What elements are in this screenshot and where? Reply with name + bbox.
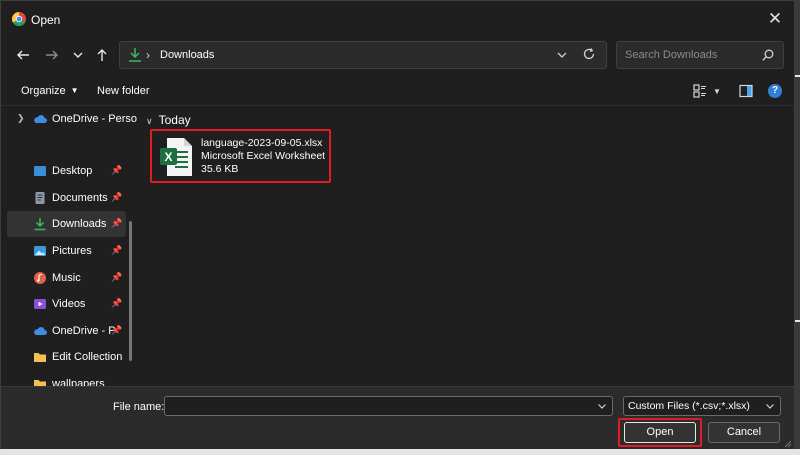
sidebar-item-onedrive-p[interactable]: OneDrive - P 📌: [7, 318, 126, 344]
dialog-title: Open: [31, 13, 61, 27]
organize-menu-button[interactable]: Organize ▼: [21, 85, 79, 97]
background-strip: [795, 75, 800, 77]
pin-icon: 📌: [111, 165, 123, 175]
title-bar: Open ✕: [1, 1, 794, 37]
sidebar-item-wallpapers[interactable]: wallpapers: [7, 371, 126, 386]
sidebar-item-onedrive-personal[interactable]: ❯ OneDrive - Perso: [7, 106, 137, 132]
sidebar-item-label: Music: [52, 272, 81, 284]
organize-label: Organize: [21, 85, 66, 97]
pin-icon: 📌: [111, 192, 123, 202]
file-type-filter-value: Custom Files (*.csv;*.xlsx): [628, 400, 750, 412]
sidebar-item-label: Desktop: [52, 165, 93, 177]
new-folder-button[interactable]: New folder: [97, 85, 150, 97]
search-placeholder: Search Downloads: [625, 49, 718, 61]
pin-icon: 📌: [111, 218, 123, 228]
background-strip: [795, 320, 800, 322]
videos-icon: [34, 299, 46, 309]
close-icon: ✕: [767, 9, 783, 28]
open-button[interactable]: Open: [624, 422, 696, 443]
background-window-bottom: [0, 449, 800, 455]
sidebar-item-edit-collection[interactable]: Edit Collection: [7, 344, 126, 370]
sidebar-item-label: Documents: [52, 192, 108, 204]
address-bar[interactable]: › Downloads: [119, 41, 607, 69]
organize-caret-icon: ▼: [70, 86, 79, 95]
up-button[interactable]: [91, 44, 113, 66]
resize-grip-icon[interactable]: [784, 440, 792, 448]
change-view-icon[interactable]: [693, 84, 707, 98]
help-icon[interactable]: ?: [768, 84, 782, 98]
file-type: Microsoft Excel Worksheet: [201, 150, 326, 162]
folder-icon: [34, 380, 46, 386]
back-arrow-icon: [17, 50, 29, 60]
svg-text:X: X: [164, 150, 172, 164]
view-options-caret-icon[interactable]: ▼: [713, 87, 721, 96]
sidebar-item-label: wallpapers: [52, 378, 105, 386]
collapse-chevron-icon: ∨: [146, 116, 153, 126]
folder-icon: [34, 353, 46, 362]
search-icon: [762, 49, 774, 61]
close-button[interactable]: ✕: [760, 6, 790, 32]
onedrive-icon: [34, 327, 47, 335]
file-list[interactable]: ∨ Today X language-2023-09-05.xlsx Micros…: [138, 106, 794, 386]
recent-locations-button[interactable]: [67, 44, 89, 66]
back-button[interactable]: [12, 44, 34, 66]
downloads-icon: [129, 48, 141, 62]
new-folder-label: New folder: [97, 85, 150, 97]
address-history-chevron-icon[interactable]: [556, 48, 568, 62]
up-arrow-icon: [97, 49, 107, 61]
file-name-dropdown-chevron-icon[interactable]: [597, 401, 607, 411]
documents-icon: [35, 192, 45, 204]
sidebar-item-pictures[interactable]: Pictures 📌: [7, 238, 126, 264]
file-name: language-2023-09-05.xlsx: [201, 137, 323, 149]
sidebar-item-label: OneDrive - P: [52, 325, 116, 337]
sidebar-item-label: Pictures: [52, 245, 92, 257]
background-window-edge: [795, 0, 800, 455]
sidebar-item-music[interactable]: Music 📌: [7, 265, 126, 291]
breadcrumb-downloads[interactable]: Downloads: [160, 49, 214, 61]
forward-arrow-icon: [46, 50, 58, 60]
filter-dropdown-chevron-icon: [766, 404, 774, 409]
sidebar-item-label: Downloads: [52, 218, 107, 230]
downloads-icon: [34, 218, 46, 231]
file-name-label: File name:: [113, 401, 165, 413]
sidebar-item-downloads[interactable]: Downloads 📌: [7, 211, 126, 237]
sidebar-item-documents[interactable]: Documents 📌: [7, 185, 126, 211]
dialog-footer: File name: Custom Files (*.csv;*.xlsx) O…: [1, 386, 794, 449]
file-item[interactable]: X language-2023-09-05.xlsx Microsoft Exc…: [150, 129, 331, 183]
preview-pane-icon[interactable]: [739, 84, 753, 98]
desktop-icon: [34, 166, 46, 176]
search-box[interactable]: Search Downloads: [616, 41, 784, 69]
pin-icon: 📌: [111, 325, 123, 335]
navigation-pane[interactable]: ❯ OneDrive - Perso Desktop 📌 Documents 📌…: [1, 106, 138, 386]
refresh-icon[interactable]: [582, 47, 596, 61]
pin-icon: 📌: [111, 298, 123, 308]
onedrive-icon: [34, 115, 47, 123]
pin-icon: 📌: [111, 272, 123, 282]
sidebar-item-label: Videos: [52, 298, 86, 310]
music-icon: [34, 272, 46, 284]
group-label: Today: [158, 113, 191, 127]
file-type-filter-select[interactable]: Custom Files (*.csv;*.xlsx): [623, 396, 781, 416]
pin-icon: 📌: [111, 245, 123, 255]
chrome-icon: [12, 12, 26, 26]
sidebar-item-desktop[interactable]: Desktop 📌: [7, 158, 126, 184]
breadcrumb-separator: ›: [146, 48, 150, 62]
pictures-icon: [34, 246, 46, 256]
file-name-input[interactable]: [164, 396, 613, 416]
cancel-button[interactable]: Cancel: [708, 422, 780, 443]
sidebar-item-label: OneDrive - Perso: [52, 113, 137, 125]
excel-file-icon: X: [160, 138, 192, 176]
navigation-pane-scrollbar[interactable]: [129, 221, 132, 361]
file-size: 35.6 KB: [201, 163, 239, 175]
group-header-today[interactable]: ∨ Today: [146, 113, 191, 127]
recent-chevron-icon: [73, 52, 83, 58]
expand-chevron-icon[interactable]: ❯: [17, 113, 25, 124]
sidebar-item-videos[interactable]: Videos 📌: [7, 291, 126, 317]
sidebar-item-label: Edit Collection: [52, 351, 123, 363]
open-file-dialog: Open ✕ › Downloads Search Downloads Orga…: [0, 0, 795, 449]
forward-button[interactable]: [41, 44, 63, 66]
